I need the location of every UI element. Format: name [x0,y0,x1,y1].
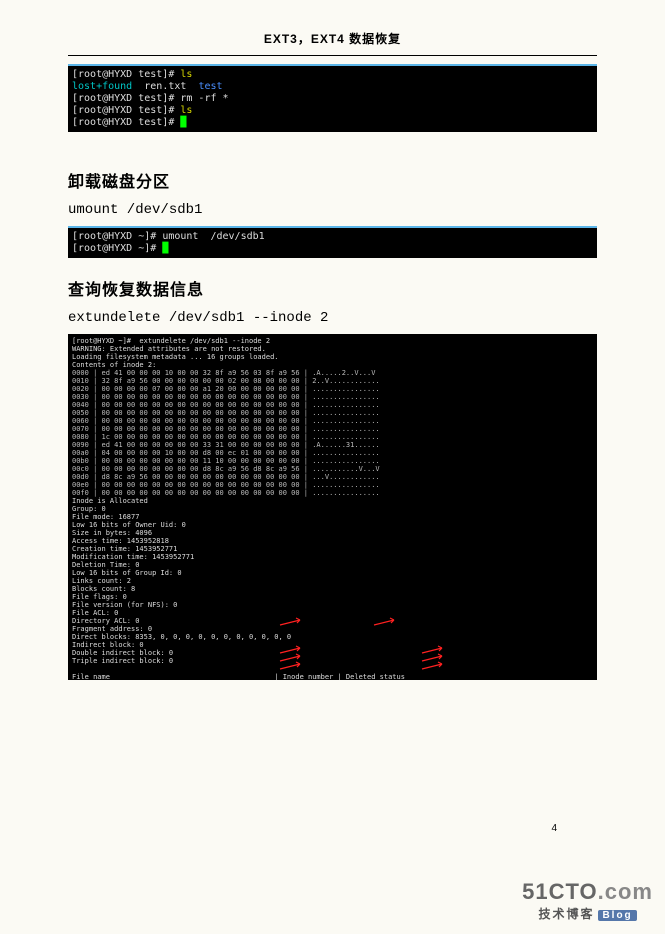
watermark-logo: 51CTO.com [522,879,653,905]
section-heading-umount: 卸载磁盘分区 [68,168,597,192]
arrow-icon [278,661,304,671]
document-page: EXT3，EXT4 数据恢复 [root@HYXD test]# ls lost… [0,0,665,934]
arrow-icon [278,617,304,627]
terminal-block-2: [root@HYXD ~]# umount /dev/sdb1 [root@HY… [68,226,597,258]
section-heading-query: 查询恢复数据信息 [68,276,597,300]
arrow-icon [420,661,446,671]
watermark: 51CTO.com 技术博客Blog [522,879,653,922]
page-number: 4 [551,823,557,834]
command-umount: umount /dev/sdb1 [68,202,597,218]
command-extundelete: extundelete /dev/sdb1 --inode 2 [68,310,597,326]
terminal-block-3: [root@HYXD ~]# extundelete /dev/sdb1 --i… [68,334,597,680]
watermark-sub: 技术博客Blog [522,905,653,922]
page-header-title: EXT3，EXT4 数据恢复 [68,30,597,47]
terminal-block-1: [root@HYXD test]# ls lost+found ren.txt … [68,64,597,132]
header-rule [68,55,597,56]
arrow-icon [372,617,398,627]
